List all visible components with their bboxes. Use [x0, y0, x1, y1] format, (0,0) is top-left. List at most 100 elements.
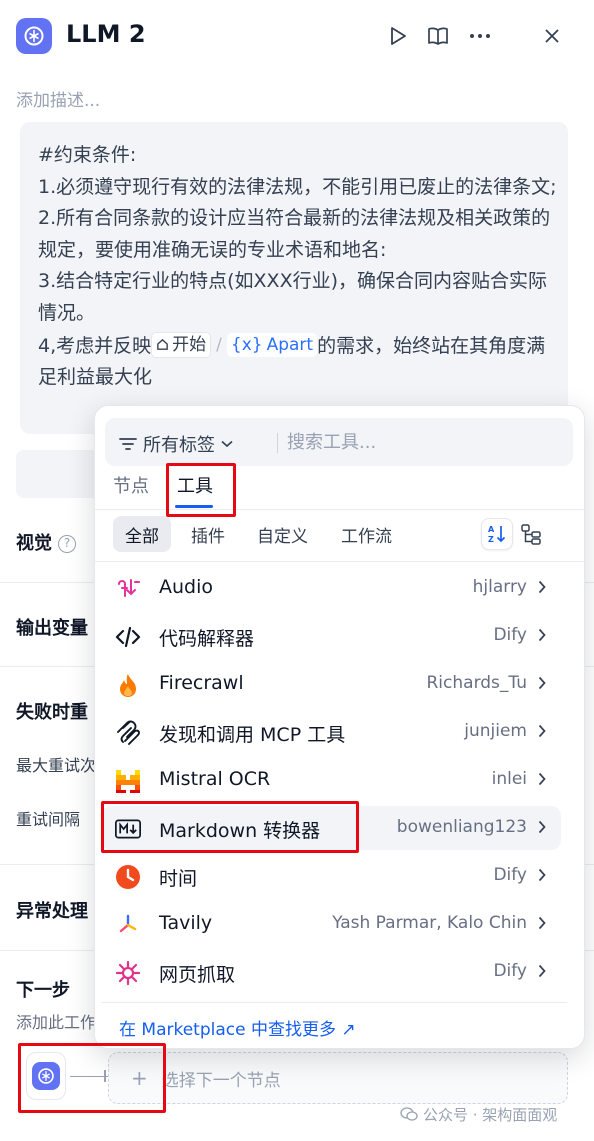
- tool-item-tavily[interactable]: Tavily Yash Parmar, Kalo Chin: [101, 902, 561, 946]
- prompt-editor[interactable]: #约束条件: 1.必须遵守现行有效的法律法规，不能引用已废止的法律条文; 2.所…: [20, 122, 568, 434]
- prompt-line: 1.必须遵守现行有效的法律法规，不能引用已废止的法律条文;: [38, 175, 557, 198]
- tag-filter-dropdown[interactable]: 所有标签: [119, 431, 233, 457]
- tool-author: Dify: [493, 865, 527, 885]
- clock-icon: [115, 864, 141, 890]
- prompt-line: 3.结合特定行业的特点(如XXX行业)，确保合同内容贴合实际情况。: [38, 270, 548, 324]
- search-bar: 所有标签: [105, 418, 573, 466]
- tool-author: junjiem: [464, 721, 527, 741]
- close-icon[interactable]: [538, 22, 566, 50]
- tool-author: Yash Parmar, Kalo Chin: [332, 913, 527, 933]
- tool-name: 发现和调用 MCP 工具: [159, 724, 346, 746]
- chevron-right-icon: [535, 817, 549, 837]
- current-node-box: [26, 1052, 66, 1100]
- variable-symbol: {x}: [230, 335, 263, 356]
- chevron-down-icon: [221, 440, 233, 448]
- firecrawl-icon: [115, 672, 141, 698]
- active-tab-indicator: [175, 505, 213, 508]
- wechat-icon: [400, 1107, 418, 1121]
- marketplace-divider: [101, 1002, 567, 1003]
- select-next-node-label: 选择下一个节点: [161, 1070, 281, 1091]
- error-handling-label: 异常处理: [16, 901, 88, 922]
- chevron-right-icon: [535, 913, 549, 933]
- tool-name: Markdown 转换器: [159, 820, 321, 842]
- tree-view-button[interactable]: [515, 518, 547, 550]
- run-icon[interactable]: [384, 22, 412, 50]
- prompt-line: #约束条件:: [38, 144, 137, 166]
- tool-item-mistral-ocr[interactable]: Mistral OCR inlei: [101, 758, 561, 802]
- prompt-line: 4,考虑并反映 开始 / {x} Apart 的需求，始终站在其角度满足利益最大化: [38, 330, 558, 394]
- tool-author: inlei: [491, 769, 527, 789]
- plus-icon: +: [131, 1066, 148, 1090]
- mistral-icon: [115, 768, 141, 794]
- chevron-right-icon: [535, 961, 549, 981]
- watermark-text: 公众号 · 架构面面观: [423, 1106, 558, 1124]
- retry-on-failure-label: 失败时重: [16, 702, 88, 723]
- tool-name: Tavily: [159, 912, 213, 934]
- search-tools-input[interactable]: [287, 424, 557, 460]
- tool-name: Mistral OCR: [159, 768, 271, 790]
- chevron-right-icon: [535, 769, 549, 789]
- variable-label: Apart: [266, 335, 314, 356]
- description-input[interactable]: 添加描述...: [16, 86, 100, 111]
- prompt-text: #约束条件: 1.必须遵守现行有效的法律法规，不能引用已废止的法律条文; 2.所…: [38, 122, 558, 394]
- mcp-icon: [115, 720, 141, 746]
- book-icon[interactable]: [424, 22, 452, 50]
- tool-item-firecrawl[interactable]: Firecrawl Richards_Tu: [101, 662, 561, 706]
- filter-plugins[interactable]: 插件: [179, 516, 237, 552]
- chevron-right-icon: [535, 721, 549, 741]
- tool-author: Dify: [493, 625, 527, 645]
- chip-separator: /: [216, 334, 222, 355]
- select-next-node-button[interactable]: + 选择下一个节点: [108, 1052, 568, 1104]
- svg-text:A: A: [488, 525, 495, 534]
- start-node-label: 开始: [172, 335, 207, 356]
- tool-name: Firecrawl: [159, 672, 244, 694]
- output-variables-label[interactable]: 输出变量: [16, 614, 88, 640]
- filter-custom[interactable]: 自定义: [245, 516, 320, 552]
- tab-nodes[interactable]: 节点: [113, 472, 149, 498]
- variable-name: {x} Apart: [226, 333, 318, 358]
- tree-icon: [521, 524, 541, 545]
- svg-text:Z: Z: [488, 535, 494, 544]
- next-step-description: 添加此工作: [16, 1013, 97, 1032]
- prompt-text-fragment: 4,考虑并反映: [38, 334, 152, 357]
- max-retries-label: 最大重试次: [16, 756, 97, 775]
- search-separator: [277, 433, 278, 453]
- code-icon: [115, 624, 141, 650]
- webscraper-icon: [115, 960, 141, 986]
- next-step-label: 下一步: [16, 980, 70, 1001]
- tool-item-markdown-converter[interactable]: Markdown 转换器 bowenliang123: [101, 806, 561, 850]
- variable-chip[interactable]: 开始 / {x} Apart: [151, 330, 318, 362]
- marketplace-link[interactable]: 在 Marketplace 中查找更多 ↗: [119, 1015, 356, 1040]
- node-title[interactable]: LLM 2: [66, 20, 146, 48]
- tool-item-web-scraper[interactable]: 网页抓取 Dify: [101, 950, 561, 994]
- tool-item-time[interactable]: 时间 Dify: [101, 854, 561, 898]
- tool-item-audio[interactable]: Audio hjlarry: [101, 566, 561, 610]
- vision-label-text: 视觉: [16, 533, 52, 554]
- tool-author: hjlarry: [472, 577, 527, 597]
- tool-name: 代码解释器: [159, 628, 255, 650]
- chevron-right-icon: [535, 865, 549, 885]
- tool-name: 网页抓取: [159, 964, 236, 986]
- sort-view-button[interactable]: AZ: [481, 518, 513, 550]
- tab-tools[interactable]: 工具: [177, 472, 213, 498]
- sort-az-icon: AZ: [488, 525, 506, 544]
- llm-node-icon: [32, 1062, 60, 1090]
- vision-label: 视觉?: [16, 529, 76, 555]
- node-connector: [70, 1076, 108, 1077]
- filter-all[interactable]: 全部: [113, 516, 171, 552]
- retry-interval-label: 重试间隔: [16, 810, 81, 829]
- tool-author: Dify: [493, 961, 527, 981]
- more-icon[interactable]: [466, 22, 494, 50]
- tool-item-mcp[interactable]: 发现和调用 MCP 工具 junjiem: [101, 710, 561, 754]
- prompt-line: 2.所有合同条款的设计应当符合最新的法律法规及相关政策的规定，要使用准确无误的专…: [38, 207, 551, 261]
- tool-picker-popup: 所有标签 节点 工具 全部 插件 自定义 工作流 AZ Audio hjlarr…: [94, 405, 585, 1049]
- tool-item-code-interpreter[interactable]: 代码解释器 Dify: [101, 614, 561, 658]
- chevron-right-icon: [535, 673, 549, 693]
- watermark: 公众号 · 架构面面观: [400, 1104, 557, 1125]
- help-icon[interactable]: ?: [58, 535, 76, 553]
- tavily-icon: [115, 912, 141, 938]
- node-connector-end: [104, 1070, 106, 1082]
- tabs-divider: [95, 509, 584, 510]
- chevron-right-icon: [535, 625, 549, 645]
- filter-workflows[interactable]: 工作流: [329, 516, 404, 552]
